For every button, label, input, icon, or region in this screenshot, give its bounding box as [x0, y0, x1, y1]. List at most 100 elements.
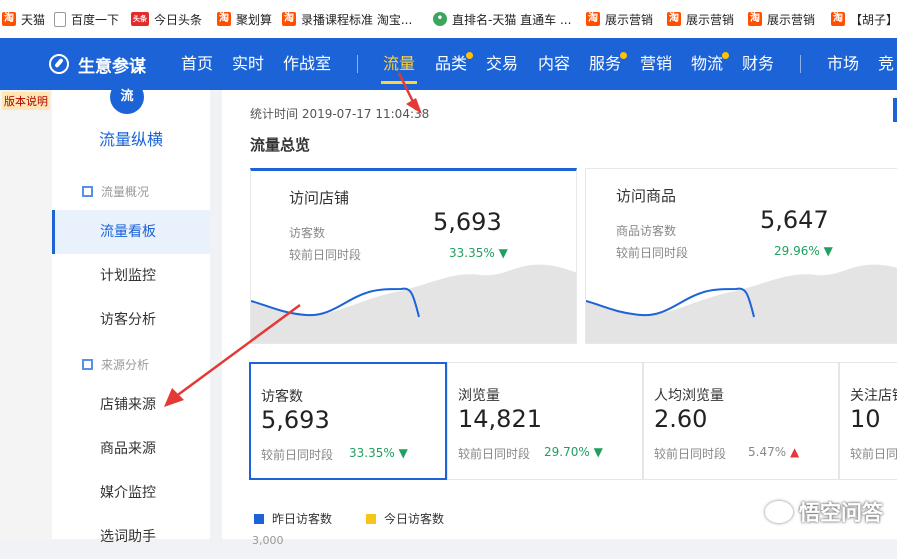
nav-market[interactable]: 市场 [827, 38, 859, 90]
taobao-icon: 淘 [217, 12, 231, 26]
nav-marketing[interactable]: 营销 [640, 38, 672, 90]
sidebar-group-source: 来源分析 [82, 356, 149, 373]
nav-service[interactable]: 服务 [589, 38, 628, 90]
metric-compare-label: 较前日同时段 [654, 447, 727, 461]
sidebar-item-plan-monitor[interactable]: 计划监控 [52, 254, 210, 298]
card-change: 29.96% ▼ [774, 244, 833, 258]
bookmark-display-1[interactable]: 淘展示营销 [586, 0, 653, 38]
yesterday-area [251, 264, 576, 343]
card-product-visits[interactable]: 访问商品 商品访客数 5,647 较前日同时段 29.96% ▼ [585, 168, 897, 344]
metric-compare-label: 较前日同时段 [261, 448, 334, 462]
metric-label: 浏览量 [458, 388, 500, 404]
nav-logistics[interactable]: 物流 [691, 38, 730, 90]
bookmark-baidu[interactable]: 百度一下 [54, 0, 119, 38]
taobao-icon: 淘 [748, 12, 762, 26]
card-metric-label: 访客数 [289, 226, 326, 240]
metric-value: 5,693 [261, 406, 330, 434]
sidebar-item-keyword-helper[interactable]: 选词助手 [52, 515, 210, 559]
sidebar-item-media-monitor[interactable]: 媒介监控 [52, 471, 210, 515]
legend-yesterday[interactable]: 昨日访客数 [254, 510, 332, 527]
notification-dot [620, 52, 628, 59]
metric-change: 29.70% ▼ [544, 445, 603, 459]
section-title: 流量总览 [250, 136, 311, 154]
main-content: 统计时间 2019-07-17 11:04:38 流量总览 访问店铺 访客数 5… [222, 90, 897, 547]
version-note[interactable]: 版本说明 [2, 92, 50, 110]
taobao-icon: 淘 [667, 12, 681, 26]
chat-bubble-icon [765, 501, 793, 523]
metric-pageviews[interactable]: 浏览量 14,821 较前日同时段 29.70% ▼ [447, 362, 643, 480]
globe-icon: • [433, 12, 447, 26]
sidebar-group-overview: 流量概况 [82, 183, 149, 200]
yesterday-area [586, 264, 897, 343]
arrow-down-icon: ▼ [398, 446, 408, 460]
arrow-down-icon: ▼ [593, 445, 603, 459]
sidebar-item-traffic-board[interactable]: 流量看板 [52, 210, 210, 254]
notification-dot [466, 52, 474, 59]
building-icon [82, 359, 93, 370]
chart-axis-tick: 3,000 [252, 534, 284, 547]
nav-traffic[interactable]: 流量 [380, 38, 418, 90]
nav-competition[interactable]: 竞 [878, 38, 894, 90]
card-compare-label: 较前日同时段 [289, 248, 362, 262]
taobao-icon: 淘 [282, 12, 296, 26]
nav-home[interactable]: 首页 [181, 38, 213, 90]
sparkline-chart [251, 264, 576, 343]
arrow-down-icon: ▼ [823, 244, 833, 258]
metric-store-follows[interactable]: 关注店铺 10 较前日同时段 [839, 362, 897, 480]
metric-change: 33.35% ▼ [349, 446, 408, 460]
legend-swatch [366, 513, 376, 524]
nav-trade[interactable]: 交易 [486, 38, 518, 90]
sidebar-item-product-source[interactable]: 商品来源 [52, 427, 210, 471]
nav-war-room[interactable]: 作战室 [283, 38, 331, 90]
metric-change: 5.47% ▲ [748, 445, 800, 459]
metric-compare-label: 较前日同时段 [850, 447, 897, 461]
bookmark-display-3[interactable]: 淘展示营销 [748, 0, 815, 38]
sidebar-title: 流量纵横 [98, 130, 163, 149]
nav-category[interactable]: 品类 [435, 38, 474, 90]
bookmark-huzi[interactable]: 淘【胡子】 [831, 0, 897, 38]
nav-finance[interactable]: 财务 [742, 38, 774, 90]
building-icon [82, 186, 93, 197]
traffic-module-icon: 流 [110, 80, 144, 114]
card-title: 访问商品 [616, 187, 677, 205]
toutiao-icon: 头条 [131, 12, 149, 26]
compass-icon [49, 54, 69, 74]
arrow-up-icon: ▲ [789, 445, 800, 459]
bookmark-toutiao[interactable]: 头条 今日头条 [131, 0, 202, 38]
metric-value: 2.60 [654, 405, 708, 433]
page-left-edge [0, 90, 52, 539]
watermark: 悟空问答 [765, 497, 883, 527]
metric-avg-pageviews[interactable]: 人均浏览量 2.60 较前日同时段 5.47% ▲ [643, 362, 839, 480]
sidebar-item-visitor-analysis[interactable]: 访客分析 [52, 298, 210, 342]
arrow-down-icon: ▼ [498, 246, 508, 260]
notification-dot [722, 52, 730, 59]
scroll-indicator [893, 98, 897, 122]
taobao-icon: 淘 [831, 12, 845, 26]
bookmark-display-2[interactable]: 淘展示营销 [667, 0, 734, 38]
bookmark-ranking[interactable]: • 直排名-天猫 直通车 ... [433, 0, 571, 38]
legend-swatch [254, 513, 264, 524]
sidebar-item-store-source[interactable]: 店铺来源 [52, 383, 210, 427]
nav-realtime[interactable]: 实时 [232, 38, 264, 90]
sidebar: 流 流量纵横 流量概况 流量看板 计划监控 访客分析 来源分析 店铺来源 商品来… [52, 80, 210, 545]
card-change: 33.35% ▼ [449, 246, 508, 260]
bookmarks-bar: 淘天猫 百度一下 头条 今日头条 淘聚划算 淘录播课程标准 淘宝... • 直排名-… [0, 0, 897, 39]
nav-divider [357, 55, 358, 73]
bookmark-tmall[interactable]: 淘天猫 [2, 0, 45, 38]
stat-time: 统计时间 2019-07-17 11:04:38 [250, 107, 430, 121]
card-metric-label: 商品访客数 [616, 224, 677, 238]
card-store-visits[interactable]: 访问店铺 访客数 5,693 较前日同时段 33.35% ▼ [250, 168, 577, 344]
metric-label: 关注店铺 [850, 388, 897, 404]
card-compare-label: 较前日同时段 [616, 246, 689, 260]
legend-today[interactable]: 今日访客数 [366, 510, 444, 527]
metric-label: 访客数 [261, 389, 303, 405]
nav-content[interactable]: 内容 [538, 38, 570, 90]
bookmark-juhuasuan[interactable]: 淘聚划算 [217, 0, 272, 38]
taobao-icon: 淘 [586, 12, 600, 26]
doc-icon [54, 11, 66, 27]
bookmark-course[interactable]: 淘录播课程标准 淘宝... [282, 0, 412, 38]
metric-visitors[interactable]: 访客数 5,693 较前日同时段 33.35% ▼ [249, 362, 447, 480]
sparkline-chart [586, 264, 897, 343]
metric-label: 人均浏览量 [654, 388, 724, 404]
metric-compare-label: 较前日同时段 [458, 447, 531, 461]
